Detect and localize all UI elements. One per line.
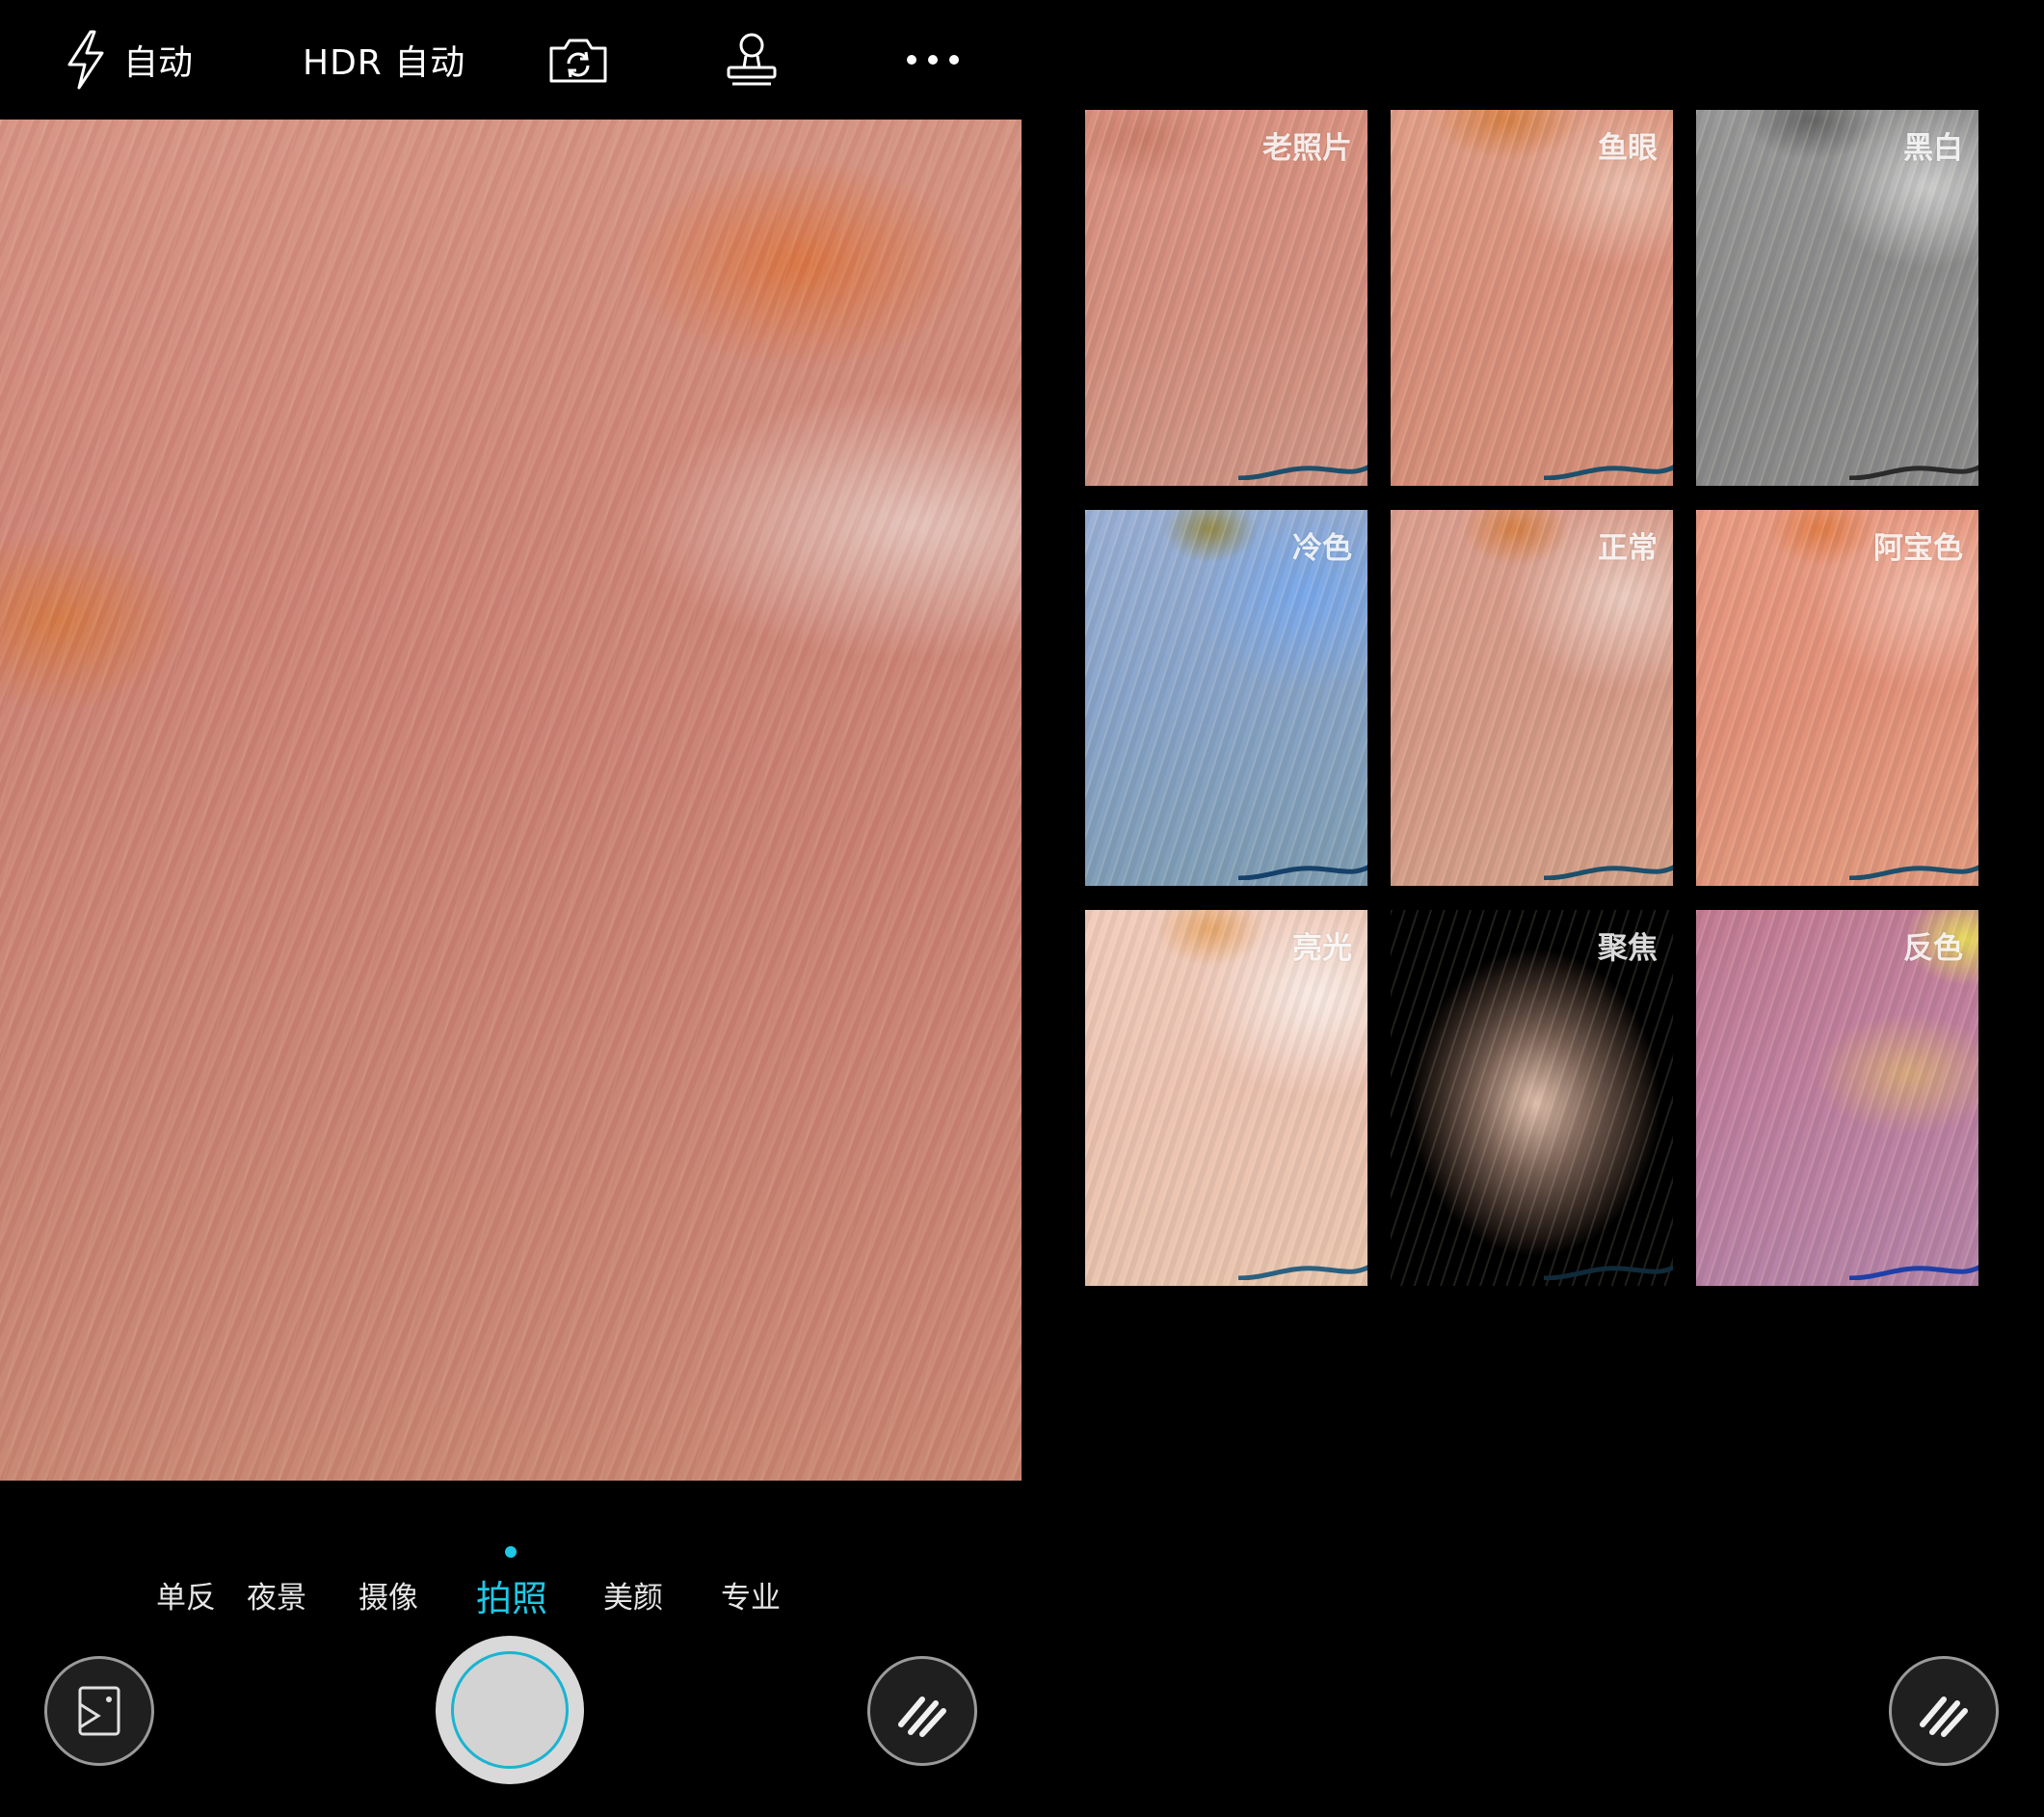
active-mode-indicator [505, 1546, 517, 1558]
flash-label: 自动 [123, 43, 194, 83]
gallery-icon [78, 1686, 120, 1736]
mode-pro[interactable]: 专业 [721, 1573, 781, 1617]
filter-thumb-amaro[interactable]: 阿宝色 [1696, 510, 1978, 886]
top-bar: 自动 HDR 自动 [0, 0, 1022, 120]
filter-icon [1920, 1697, 1968, 1737]
filter-panel-close-button[interactable] [1889, 1656, 1999, 1766]
filter-thumb-focus[interactable]: 聚焦 [1391, 910, 1673, 1286]
filter-label: 正常 [1598, 531, 1658, 566]
filter-label: 黑白 [1903, 131, 1963, 166]
filter-thumb-old-photo[interactable]: 老照片 [1085, 110, 1367, 486]
mode-beauty[interactable]: 美颜 [603, 1573, 663, 1617]
filter-thumb-invert[interactable]: 反色 [1696, 910, 1978, 1286]
gallery-button[interactable] [44, 1656, 154, 1766]
shutter-button[interactable] [436, 1636, 584, 1784]
more-dots-icon [907, 55, 959, 65]
mode-night[interactable]: 夜景 [247, 1573, 306, 1617]
mode-photo[interactable]: 拍照 [476, 1569, 547, 1621]
filter-label: 老照片 [1262, 131, 1352, 166]
camera-viewfinder[interactable] [0, 120, 1022, 1481]
hdr-toggle[interactable]: HDR 自动 [303, 29, 465, 91]
flash-toggle[interactable]: 自动 [66, 29, 193, 91]
filter-icon [898, 1697, 946, 1737]
filter-thumb-cool[interactable]: 冷色 [1085, 510, 1367, 886]
filter-label: 冷色 [1292, 531, 1352, 566]
mode-selector: 单反 夜景 摄像 拍照 美颜 专业 [0, 1542, 1022, 1619]
more-button[interactable] [904, 29, 962, 91]
filter-button[interactable] [867, 1656, 977, 1766]
shutter-icon [451, 1651, 569, 1769]
filter-label: 鱼眼 [1598, 131, 1658, 166]
filter-grid: 老照片 鱼眼 黑白 冷色 正常 阿宝色 亮光 聚焦 反色 [1085, 110, 1978, 1286]
filter-label: 阿宝色 [1873, 531, 1963, 566]
filter-thumb-normal[interactable]: 正常 [1391, 510, 1673, 886]
switch-camera-button[interactable] [547, 29, 609, 91]
hdr-label: HDR 自动 [303, 43, 466, 83]
filter-label: 聚焦 [1598, 931, 1658, 966]
stamp-icon [727, 33, 777, 86]
filter-thumb-fisheye[interactable]: 鱼眼 [1391, 110, 1673, 486]
lightning-icon [67, 30, 104, 90]
watermark-button[interactable] [725, 29, 779, 91]
filter-thumb-black-white[interactable]: 黑白 [1696, 110, 1978, 486]
filter-label: 亮光 [1292, 931, 1352, 966]
mode-video[interactable]: 摄像 [358, 1573, 418, 1617]
filter-thumb-bright[interactable]: 亮光 [1085, 910, 1367, 1286]
camera-switch-icon [549, 39, 607, 83]
filter-label: 反色 [1903, 931, 1963, 966]
mode-dslr[interactable]: 单反 [156, 1573, 216, 1617]
